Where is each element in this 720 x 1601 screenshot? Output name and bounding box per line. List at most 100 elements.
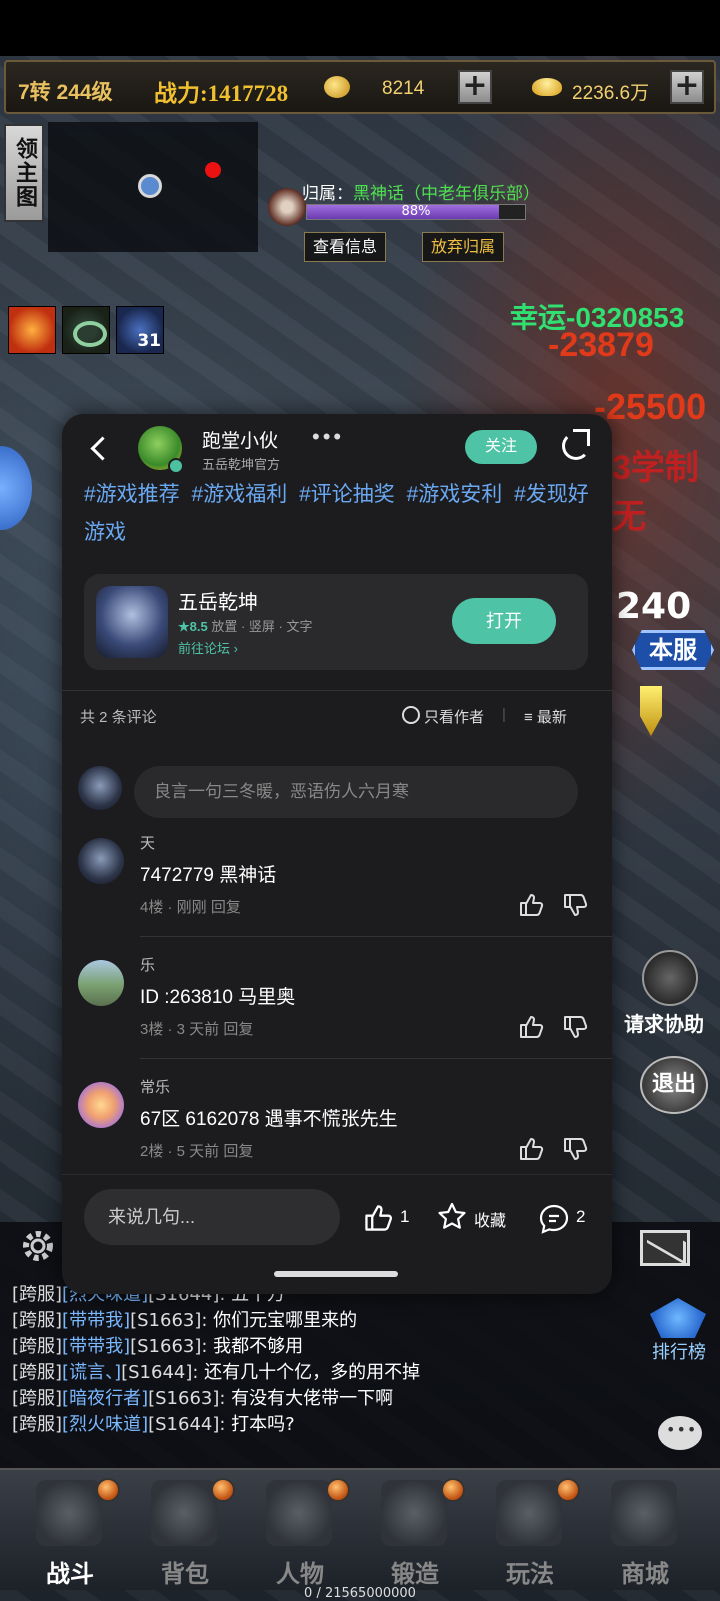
nav-shop[interactable]: 商城	[597, 1472, 693, 1588]
ownership-progress-text: 88%	[401, 204, 431, 219]
post-overlay: 跑堂小伙 五岳乾坤官方 ••• 关注 #游戏推荐 #游戏福利 #评论抽奖 #游戏…	[62, 414, 612, 1294]
chat-line: [跨服][带带我][S1663]: 我都不够用	[12, 1336, 304, 1357]
thumbs-down-icon[interactable]	[562, 1136, 588, 1162]
thumbs-down-icon[interactable]	[562, 1014, 588, 1040]
divider	[140, 936, 612, 937]
buff-count: 31	[137, 331, 161, 351]
back-button[interactable]	[88, 436, 112, 460]
thumbs-up-icon[interactable]	[518, 892, 544, 918]
nav-bag[interactable]: 背包	[137, 1472, 235, 1588]
comment-author: 常乐	[140, 1079, 171, 1096]
damage-number: -23879	[548, 326, 654, 364]
minimap-toggle-button[interactable]: 领主图	[4, 124, 44, 222]
boss-count: 240	[616, 586, 692, 627]
more-options-icon[interactable]: •••	[312, 424, 344, 450]
sort-latest-button[interactable]: ≡ 最新	[524, 706, 567, 727]
author-subtitle: 五岳乾坤官方	[202, 457, 281, 472]
share-icon[interactable]	[562, 429, 590, 460]
player-marker-icon	[138, 174, 162, 198]
open-game-button[interactable]: 打开	[452, 598, 556, 644]
chat-line: [跨服][烈火味道][S1644]: 打本吗?	[12, 1414, 295, 1435]
thumbs-down-icon[interactable]	[562, 892, 588, 918]
give-up-ownership-button[interactable]: 放弃归属	[422, 232, 505, 262]
crossed-swords-icon	[36, 1480, 102, 1546]
ownership-name: 黑神话（中老年俱乐部）	[353, 184, 540, 204]
avatar[interactable]	[78, 1082, 124, 1128]
exit-button[interactable]: 退出	[640, 1056, 708, 1114]
chat-line: [跨服][带带我][S1663]: 你们元宝哪里来的	[12, 1310, 358, 1331]
comment-item: 天 7472779 黑神话 4楼 · 刚刚 回复	[62, 832, 612, 952]
divider	[62, 690, 612, 691]
notification-dot-icon	[326, 1478, 350, 1502]
like-count: 1	[400, 1207, 410, 1226]
hashtag-link[interactable]: #游戏安利	[407, 483, 503, 506]
level-text: 7转 244级	[18, 81, 113, 104]
comment-author: 乐	[140, 957, 156, 974]
game-icon	[96, 586, 168, 658]
chat-line: [跨服][暗夜行者][S1663]: 有没有大佬带一下啊	[12, 1388, 394, 1409]
view-info-button[interactable]: 查看信息	[304, 232, 387, 262]
nav-forge[interactable]: 锻造	[367, 1472, 465, 1588]
coin-value: 8214	[382, 78, 425, 99]
notification-dot-icon	[96, 1478, 120, 1502]
notification-dot-icon	[441, 1478, 465, 1502]
favorite-label[interactable]: 收藏	[474, 1207, 506, 1231]
star-icon[interactable]	[436, 1201, 468, 1233]
game-name: 五岳乾坤	[178, 592, 258, 614]
author-name[interactable]: 跑堂小伙	[202, 426, 278, 453]
game-card[interactable]: 五岳乾坤 ★8.5 放置 · 竖屏 · 文字 前往论坛 › 打开	[84, 574, 588, 670]
hashtag-link[interactable]: #游戏推荐	[84, 483, 180, 506]
notification-dot-icon	[211, 1478, 235, 1502]
verified-icon	[168, 458, 184, 474]
avatar[interactable]	[78, 960, 124, 1006]
thumbs-up-icon[interactable]	[362, 1203, 394, 1233]
add-coins-button[interactable]: +	[458, 70, 492, 104]
ranking-label[interactable]: 排行榜	[652, 1338, 706, 1364]
helmet-buff-icon[interactable]: 31	[116, 306, 164, 354]
ring-buff-icon[interactable]	[62, 306, 110, 354]
avatar[interactable]	[78, 838, 124, 884]
hashtag-link[interactable]: #评论抽奖	[299, 483, 395, 506]
anvil-icon	[381, 1480, 447, 1546]
add-gold-button[interactable]: +	[670, 70, 704, 104]
nav-label: 背包	[161, 1560, 209, 1588]
top-hud: 7转 244级 战力:1417728 8214 + 2236.6万 +	[4, 60, 716, 114]
hashtag-link[interactable]: #游戏福利	[192, 483, 288, 506]
ownership-line: 归属：黑神话（中老年俱乐部）	[302, 179, 540, 204]
status-bar	[0, 0, 720, 56]
nav-label: 人物	[276, 1560, 324, 1588]
home-indicator[interactable]	[274, 1271, 398, 1277]
gear-icon[interactable]	[18, 1226, 58, 1266]
nav-character[interactable]: 人物	[252, 1472, 350, 1588]
comment-meta[interactable]: 3楼 · 3 天前 回复	[140, 1018, 253, 1039]
comment-meta[interactable]: 4楼 · 刚刚 回复	[140, 896, 241, 917]
experience-text: 0 / 21565000000	[304, 1586, 416, 1601]
minimap[interactable]	[48, 122, 258, 252]
forum-link[interactable]: 前往论坛 ›	[178, 638, 238, 657]
comment-text: 7472779 黑神话	[140, 865, 277, 886]
comment-total: 2	[576, 1207, 586, 1226]
mail-icon[interactable]	[640, 1230, 690, 1266]
chat-bubble-icon[interactable]	[658, 1416, 702, 1450]
nav-gameplay[interactable]: 玩法	[482, 1472, 580, 1588]
skull-icon	[268, 188, 306, 226]
winged-sword-icon	[496, 1480, 562, 1546]
nav-battle[interactable]: 战斗	[22, 1472, 120, 1588]
comment-input[interactable]: 良言一句三冬暖，恶语伤人六月寒	[134, 766, 578, 818]
comment-icon[interactable]	[538, 1203, 570, 1235]
pavilion-icon	[611, 1480, 677, 1546]
game-meta: ★8.5 放置 · 竖屏 · 文字	[178, 616, 312, 635]
enemy-marker-icon	[205, 162, 221, 178]
chat-log: [跨服][烈火味道][S1644]: 五千万 [跨服][带带我][S1663]:…	[12, 1282, 632, 1438]
thumbs-up-icon[interactable]	[518, 1136, 544, 1162]
follow-button[interactable]: 关注	[465, 430, 537, 464]
request-help-label[interactable]: 请求协助	[624, 1008, 704, 1037]
author-only-toggle[interactable]: 只看作者	[402, 706, 484, 727]
say-something-input[interactable]: 来说几句...	[84, 1189, 340, 1245]
nav-label: 锻造	[391, 1560, 439, 1588]
handshake-icon[interactable]	[642, 950, 698, 1006]
thumbs-up-icon[interactable]	[518, 1014, 544, 1040]
rage-buff-icon[interactable]	[8, 306, 56, 354]
comment-meta[interactable]: 2楼 · 5 天前 回复	[140, 1140, 253, 1161]
server-badge[interactable]: 本服	[632, 630, 714, 670]
